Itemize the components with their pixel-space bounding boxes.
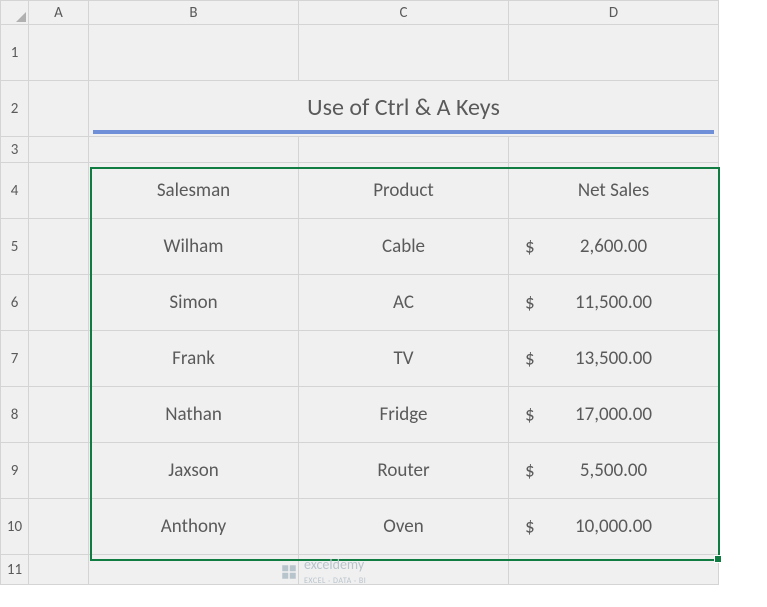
table-cell[interactable]: $ 13,500.00 [509, 331, 719, 387]
table-cell[interactable]: $ 5,500.00 [509, 443, 719, 499]
table-cell[interactable]: $ 17,000.00 [509, 387, 719, 443]
cell-A9[interactable] [29, 443, 89, 499]
table-cell[interactable]: Fridge [299, 387, 509, 443]
active-cell[interactable]: TV [299, 331, 509, 387]
cell-A6[interactable] [29, 275, 89, 331]
row-header-6[interactable]: 6 [1, 275, 29, 331]
cell-B1[interactable] [89, 25, 299, 81]
cell-A7[interactable] [29, 331, 89, 387]
cell-D3[interactable] [509, 137, 719, 163]
page-title: Use of Ctrl & A Keys [93, 83, 714, 134]
table-cell[interactable]: Nathan [89, 387, 299, 443]
row-header-3[interactable]: 3 [1, 137, 29, 163]
table-header-salesman[interactable]: Salesman [89, 163, 299, 219]
money-value: 13,500.00 [575, 347, 652, 370]
table-header-netsales[interactable]: Net Sales [509, 163, 719, 219]
spreadsheet-grid: A B C D 1 2 Use of Ctrl & A Keys 3 4 Sal… [0, 0, 719, 585]
row-header-10[interactable]: 10 [1, 499, 29, 555]
cell-D1[interactable] [509, 25, 719, 81]
row-header-4[interactable]: 4 [1, 163, 29, 219]
cell-B3[interactable] [89, 137, 299, 163]
row-header-2[interactable]: 2 [1, 81, 29, 137]
table-cell[interactable]: Simon [89, 275, 299, 331]
row-header-7[interactable]: 7 [1, 331, 29, 387]
row-header-8[interactable]: 8 [1, 387, 29, 443]
currency-symbol: $ [525, 235, 535, 258]
title-cell[interactable]: Use of Ctrl & A Keys [89, 81, 719, 137]
col-header-A[interactable]: A [29, 1, 89, 25]
table-cell[interactable]: Frank [89, 331, 299, 387]
cell-A2[interactable] [29, 81, 89, 137]
col-header-D[interactable]: D [509, 1, 719, 25]
col-header-C[interactable]: C [299, 1, 509, 25]
table-cell[interactable]: Wilham [89, 219, 299, 275]
money-value: 17,000.00 [575, 403, 652, 426]
table-cell[interactable]: AC [299, 275, 509, 331]
row-header-5[interactable]: 5 [1, 219, 29, 275]
cell-A10[interactable] [29, 499, 89, 555]
cell-D11[interactable] [509, 555, 719, 585]
table-cell[interactable]: Oven [299, 499, 509, 555]
row-header-9[interactable]: 9 [1, 443, 29, 499]
col-header-B[interactable]: B [89, 1, 299, 25]
cell-B11[interactable] [89, 555, 299, 585]
table-cell[interactable]: Router [299, 443, 509, 499]
cell-A1[interactable] [29, 25, 89, 81]
currency-symbol: $ [525, 515, 535, 538]
currency-symbol: $ [525, 291, 535, 314]
currency-symbol: $ [525, 347, 535, 370]
table-cell[interactable]: Cable [299, 219, 509, 275]
table-cell[interactable]: $ 10,000.00 [509, 499, 719, 555]
cell-A8[interactable] [29, 387, 89, 443]
table-header-product[interactable]: Product [299, 163, 509, 219]
table-cell[interactable]: Anthony [89, 499, 299, 555]
cell-A5[interactable] [29, 219, 89, 275]
cell-A3[interactable] [29, 137, 89, 163]
cell-A4[interactable] [29, 163, 89, 219]
row-header-1[interactable]: 1 [1, 25, 29, 81]
row-header-11[interactable]: 11 [1, 555, 29, 585]
select-all-corner[interactable] [1, 1, 29, 25]
money-value: 10,000.00 [575, 515, 652, 538]
money-value: 5,500.00 [580, 459, 647, 482]
cell-A11[interactable] [29, 555, 89, 585]
cell-C1[interactable] [299, 25, 509, 81]
table-cell[interactable]: $ 11,500.00 [509, 275, 719, 331]
table-cell[interactable]: Jaxson [89, 443, 299, 499]
currency-symbol: $ [525, 459, 535, 482]
currency-symbol: $ [525, 403, 535, 426]
money-value: 11,500.00 [575, 291, 652, 314]
table-cell[interactable]: $ 2,600.00 [509, 219, 719, 275]
cell-C3[interactable] [299, 137, 509, 163]
money-value: 2,600.00 [580, 235, 647, 258]
cell-C11[interactable] [299, 555, 509, 585]
